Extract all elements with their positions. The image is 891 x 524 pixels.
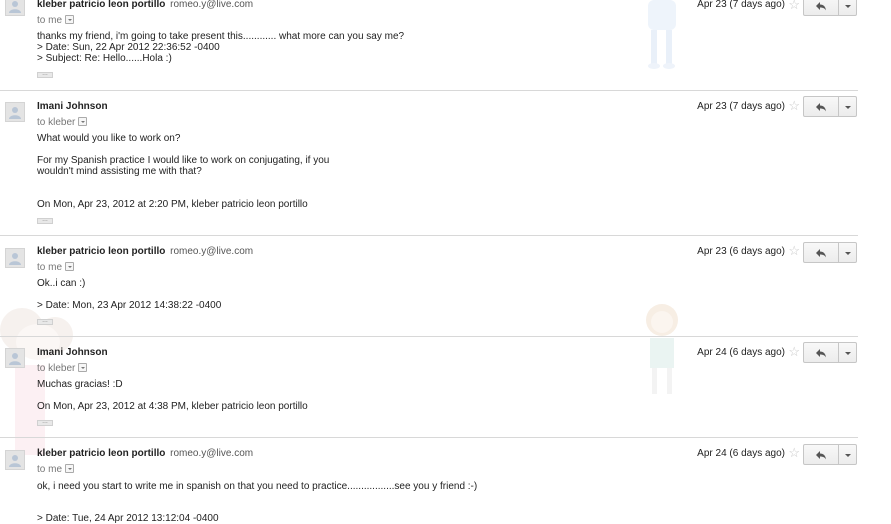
person-icon <box>9 353 21 365</box>
person-icon <box>9 455 21 467</box>
sender[interactable]: kleber patricio leon portillo romeo.y@li… <box>37 0 253 10</box>
message-body-line: For my Spanish practice I would like to … <box>37 155 330 166</box>
avatar[interactable] <box>5 102 25 122</box>
sender-name[interactable]: Imani Johnson <box>37 347 108 358</box>
more-options-button[interactable] <box>839 96 857 117</box>
star-icon[interactable]: ☆ <box>788 244 800 257</box>
more-options-button[interactable] <box>839 444 857 465</box>
details-caret-icon[interactable] <box>65 464 75 473</box>
sender-name[interactable]: kleber patricio leon portillo <box>37 0 165 10</box>
sender[interactable]: Imani Johnson <box>37 101 108 112</box>
more-options-button[interactable] <box>839 0 857 16</box>
message-body-line: ok, i need you start to write me in span… <box>37 481 478 492</box>
reply-arrow-icon <box>816 248 826 257</box>
recipient-line: to me <box>37 463 75 475</box>
sender-name[interactable]: kleber patricio leon portillo <box>37 448 165 459</box>
person-icon <box>9 107 21 119</box>
quote-attribution: On Mon, Apr 23, 2012 at 4:38 PM, kleber … <box>37 401 308 412</box>
recipient-line: to me <box>37 14 75 26</box>
message-card: kleber patricio leon portillo romeo.y@li… <box>0 437 858 524</box>
message-body-line: Ok..i can :) <box>37 278 86 289</box>
message-card: Imani Johnson to kleber Apr 23 (7 days a… <box>0 90 858 236</box>
recipient-label: to me <box>37 464 63 475</box>
avatar[interactable] <box>5 0 25 16</box>
sender[interactable]: kleber patricio leon portillo romeo.y@li… <box>37 448 253 459</box>
star-icon[interactable]: ☆ <box>788 99 800 112</box>
show-trimmed-content-button[interactable]: … <box>37 318 53 325</box>
reply-button-group <box>803 444 857 465</box>
message-date: Apr 24 (6 days ago) <box>697 448 785 459</box>
reply-button[interactable] <box>803 242 839 263</box>
sender-email: romeo.y@live.com <box>170 448 254 459</box>
reply-button[interactable] <box>803 96 839 117</box>
show-trimmed-content-button[interactable]: … <box>37 419 53 426</box>
sender-name[interactable]: kleber patricio leon portillo <box>37 246 165 257</box>
quoted-line: > Date: Tue, 24 Apr 2012 13:12:04 -0400 <box>37 513 219 524</box>
person-icon <box>9 1 21 13</box>
message-date: Apr 23 (7 days ago) <box>697 0 785 10</box>
message-card: kleber patricio leon portillo romeo.y@li… <box>0 235 858 337</box>
details-caret-icon[interactable] <box>65 262 75 271</box>
sender-email: romeo.y@live.com <box>170 0 254 10</box>
reply-button[interactable] <box>803 342 839 363</box>
reply-arrow-icon <box>816 450 826 459</box>
more-options-button[interactable] <box>839 242 857 263</box>
reply-button[interactable] <box>803 444 839 465</box>
reply-button-group <box>803 242 857 263</box>
message-date: Apr 24 (6 days ago) <box>697 347 785 358</box>
avatar[interactable] <box>5 248 25 268</box>
reply-button-group <box>803 96 857 117</box>
quoted-line: > Subject: Re: Hello......Hola :) <box>37 53 172 64</box>
recipient-label: to me <box>37 15 63 26</box>
message-card: kleber patricio leon portillo romeo.y@li… <box>0 0 858 90</box>
reply-arrow-icon <box>816 348 826 357</box>
recipient-line: to kleber <box>37 116 88 128</box>
message-body-line: Muchas gracias! :D <box>37 379 123 390</box>
message-body-line: thanks my friend, i'm going to take pres… <box>37 31 405 42</box>
star-icon[interactable]: ☆ <box>788 446 800 459</box>
details-caret-icon[interactable] <box>65 15 75 24</box>
show-trimmed-content-button[interactable]: … <box>37 217 53 224</box>
sender[interactable]: Imani Johnson <box>37 347 108 358</box>
recipient-label: to me <box>37 262 63 273</box>
quote-attribution: On Mon, Apr 23, 2012 at 2:20 PM, kleber … <box>37 199 308 210</box>
reply-arrow-icon <box>816 1 826 10</box>
quoted-line: > Date: Mon, 23 Apr 2012 14:38:22 -0400 <box>37 300 222 311</box>
message-card: Imani Johnson to kleber Apr 24 (6 days a… <box>0 336 858 438</box>
recipient-line: to me <box>37 261 75 273</box>
conversation-thread: kleber patricio leon portillo romeo.y@li… <box>0 0 891 524</box>
avatar[interactable] <box>5 450 25 470</box>
details-caret-icon[interactable] <box>78 117 88 126</box>
avatar[interactable] <box>5 348 25 368</box>
show-trimmed-content-button[interactable]: … <box>37 71 53 78</box>
message-date: Apr 23 (7 days ago) <box>697 101 785 112</box>
reply-button[interactable] <box>803 0 839 16</box>
recipient-line: to kleber <box>37 362 88 374</box>
recipient-label: to kleber <box>37 117 76 128</box>
sender-name[interactable]: Imani Johnson <box>37 101 108 112</box>
message-body-line: What would you like to work on? <box>37 133 181 144</box>
more-options-button[interactable] <box>839 342 857 363</box>
star-icon[interactable]: ☆ <box>788 0 800 11</box>
quoted-line: > Date: Sun, 22 Apr 2012 22:36:52 -0400 <box>37 42 220 53</box>
sender[interactable]: kleber patricio leon portillo romeo.y@li… <box>37 246 253 257</box>
star-icon[interactable]: ☆ <box>788 345 800 358</box>
sender-email: romeo.y@live.com <box>170 246 254 257</box>
person-icon <box>9 253 21 265</box>
message-date: Apr 23 (6 days ago) <box>697 246 785 257</box>
reply-button-group <box>803 342 857 363</box>
recipient-label: to kleber <box>37 363 76 374</box>
reply-arrow-icon <box>816 102 826 111</box>
details-caret-icon[interactable] <box>78 363 88 372</box>
message-body-line: wouldn't mind assisting me with that? <box>37 166 202 177</box>
reply-button-group <box>803 0 857 16</box>
